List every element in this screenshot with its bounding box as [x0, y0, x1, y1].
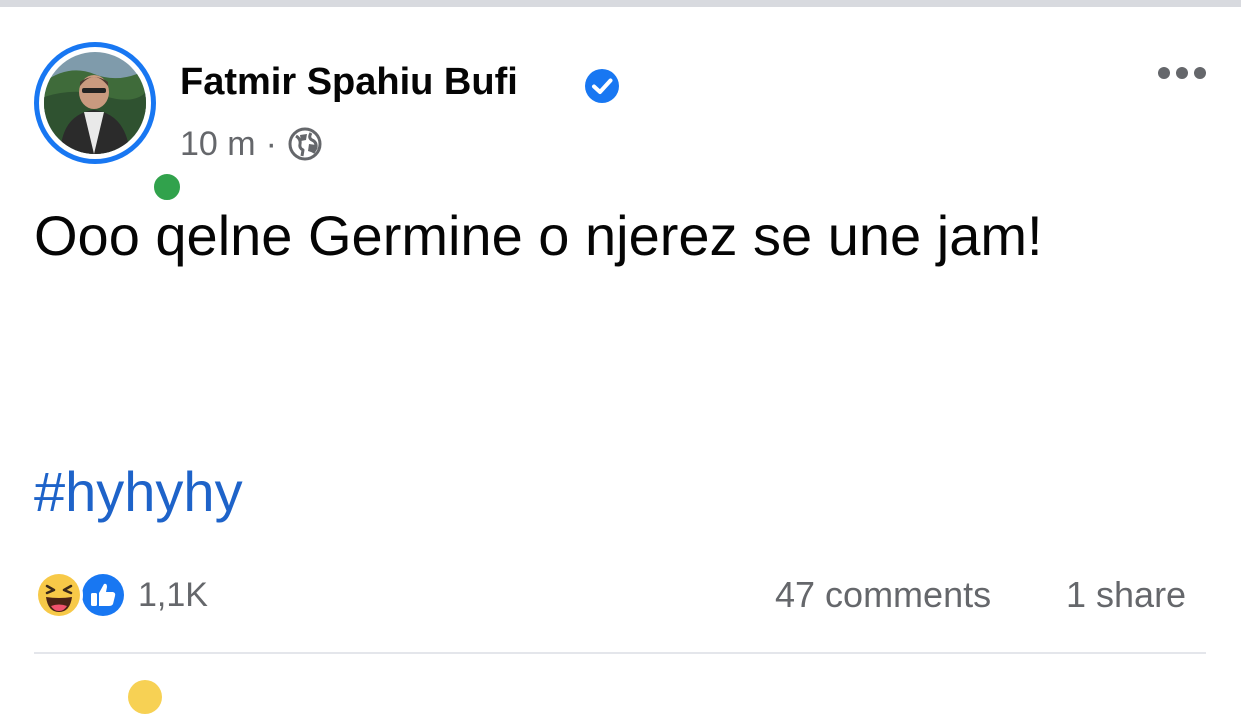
reactions-summary[interactable]: 1,1K: [34, 568, 208, 622]
author-name[interactable]: Fatmir Spahiu Bufi: [180, 60, 518, 106]
post-meta: 10 m ·: [180, 124, 323, 164]
more-dot: [1194, 67, 1206, 79]
like-icon: [79, 571, 127, 619]
verified-badge-icon: [585, 69, 619, 103]
post-timestamp[interactable]: 10 m: [180, 125, 256, 164]
more-dot: [1158, 67, 1170, 79]
share-count[interactable]: 1 share: [1066, 574, 1186, 616]
facebook-post: Fatmir Spahiu Bufi 10 m · Ooo qelne Germ…: [0, 0, 1241, 714]
globe-icon[interactable]: [287, 126, 323, 162]
author-avatar[interactable]: [34, 42, 186, 206]
comments-count[interactable]: 47 comments: [775, 574, 991, 616]
haha-icon: [35, 571, 83, 619]
actions-divider: [34, 652, 1206, 654]
reaction-count: 1,1K: [138, 575, 208, 614]
avatar-photo: [44, 52, 146, 154]
more-dot: [1176, 67, 1188, 79]
meta-separator: ·: [265, 124, 277, 163]
post-text: Ooo qelne Germine o njerez se une jam!: [34, 204, 1043, 267]
more-options-button[interactable]: [1150, 58, 1214, 88]
partial-emoji-icon: [128, 680, 162, 714]
hashtag-link[interactable]: #hyhyhy: [34, 452, 243, 532]
